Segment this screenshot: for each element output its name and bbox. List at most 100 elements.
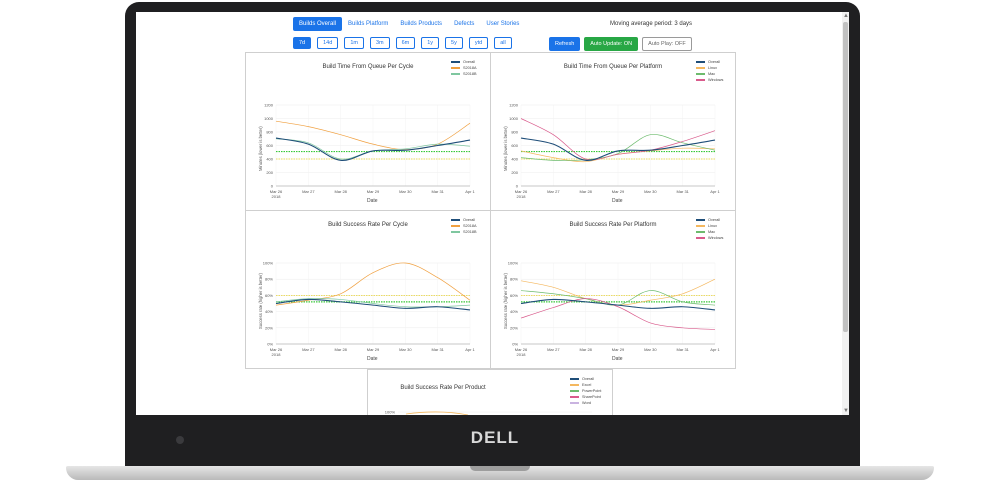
- auto-update-toggle[interactable]: Auto Update: ON: [584, 37, 639, 51]
- tab-builds-overall[interactable]: Builds Overall: [293, 17, 343, 31]
- scrollbar-thumb[interactable]: [843, 22, 848, 332]
- x-tick-label: Mar 30: [644, 347, 657, 352]
- scroll-down-icon[interactable]: ▼: [843, 408, 849, 414]
- chart-panel: Build Success Rate Per Product Overall Exc…: [367, 369, 613, 415]
- chart-panel: Build Success Rate Per Platform Overall Li…: [490, 210, 736, 369]
- period-1y-button[interactable]: 1y: [421, 37, 440, 49]
- y-tick-label: 60%: [265, 293, 273, 298]
- chart-panel: Build Time From Queue Per Platform Overal…: [490, 52, 736, 211]
- y-tick-label: 60%: [510, 293, 518, 298]
- x-axis-label: Date: [367, 356, 378, 362]
- x-tick-label: Apr 1: [710, 347, 720, 352]
- x-tick-label: Mar 31: [676, 347, 689, 352]
- y-tick-label: 400: [266, 157, 273, 162]
- x-tick-sublabel: 2018: [272, 352, 282, 357]
- y-tick-label: 80%: [265, 277, 273, 282]
- y-tick-label: 1000: [509, 116, 519, 121]
- x-tick-label: Mar 31: [431, 347, 444, 352]
- x-tick-label: Mar 29: [367, 189, 380, 194]
- x-tick-label: Mar 27: [302, 189, 315, 194]
- period-6m-button[interactable]: 6m: [395, 37, 416, 49]
- y-tick-label: 100%: [508, 261, 519, 266]
- y-axis-label: Minutes (lower is better): [503, 126, 508, 171]
- tab-user-stories[interactable]: User Stories: [480, 17, 525, 31]
- chart-plot-svg: 020040060080010001200Mar 26 Mar 27 Mar 28 M…: [264, 103, 475, 200]
- period-all-button[interactable]: all: [494, 37, 512, 49]
- refresh-button[interactable]: Refresh: [549, 37, 581, 51]
- brand-logo: DELL: [470, 428, 520, 447]
- period-5y-button[interactable]: 5y: [445, 37, 463, 49]
- screen: Builds Overall Builds Platform Builds Pr…: [136, 12, 849, 415]
- x-tick-label: Mar 27: [302, 347, 315, 352]
- x-tick-label: Mar 28: [334, 347, 347, 352]
- period-1m-button[interactable]: 1m: [344, 37, 364, 49]
- x-tick-label: Apr 1: [465, 347, 475, 352]
- tab-builds-products[interactable]: Builds Products: [394, 17, 448, 31]
- y-tick-label: 100%: [385, 410, 396, 415]
- scrollbar[interactable]: ▲ ▼: [842, 12, 849, 415]
- chart-plot-svg: 020040060080010001200Mar 26 Mar 27 Mar 28 M…: [509, 103, 720, 200]
- y-tick-label: 40%: [265, 309, 273, 314]
- period-14d-button[interactable]: 14d: [317, 37, 339, 49]
- x-axis-label: Date: [612, 356, 623, 362]
- auto-play-toggle[interactable]: Auto Play: OFF: [642, 37, 692, 51]
- period-selector: 7d 14d 1m 3m 6m 1y 5y ytd all: [293, 37, 512, 49]
- y-tick-label: 0: [516, 184, 519, 189]
- control-buttons: Refresh Auto Update: ON Auto Play: OFF: [549, 37, 692, 51]
- y-tick-label: 600: [266, 143, 273, 148]
- y-axis-label: Success rate (higher is better): [258, 273, 263, 329]
- y-tick-label: 200: [266, 170, 273, 175]
- x-tick-sublabel: 2018: [272, 194, 282, 199]
- x-axis-label: Date: [612, 198, 623, 204]
- x-tick-label: Mar 29: [612, 189, 625, 194]
- chart-panel: Build Success Rate Per Cycle Overall S2018…: [245, 210, 491, 369]
- y-tick-label: 400: [511, 157, 518, 162]
- x-tick-label: Mar 28: [579, 347, 592, 352]
- y-tick-label: 0%: [512, 342, 518, 347]
- y-tick-label: 20%: [265, 325, 273, 330]
- chart-plot-svg: 0%20%40%60%80%100%Mar 26 Mar 27 Mar 28 Mar …: [263, 261, 476, 358]
- period-7d-button[interactable]: 7d: [293, 37, 312, 49]
- x-tick-label: Mar 29: [612, 347, 625, 352]
- chart-plot-svg: 100%: [385, 410, 592, 415]
- x-tick-label: Mar 27: [547, 347, 560, 352]
- y-tick-label: 20%: [510, 325, 518, 330]
- webcam-icon: [176, 436, 184, 444]
- x-tick-label: Mar 29: [367, 347, 380, 352]
- x-tick-label: Mar 30: [399, 347, 412, 352]
- x-tick-label: Apr 1: [465, 189, 475, 194]
- nav-tabs: Builds Overall Builds Platform Builds Pr…: [293, 17, 525, 31]
- x-tick-label: Mar 31: [431, 189, 444, 194]
- y-tick-label: 200: [511, 170, 518, 175]
- chart-plot-svg: 0%20%40%60%80%100%Mar 26 Mar 27 Mar 28 Mar …: [508, 261, 721, 358]
- y-tick-label: 0%: [267, 342, 273, 347]
- tab-defects[interactable]: Defects: [448, 17, 480, 31]
- x-tick-label: Mar 28: [579, 189, 592, 194]
- y-tick-label: 1200: [509, 103, 519, 108]
- y-tick-label: 800: [511, 130, 518, 135]
- y-tick-label: 80%: [510, 277, 518, 282]
- laptop-notch: [470, 466, 530, 471]
- x-tick-label: Mar 27: [547, 189, 560, 194]
- x-axis-label: Date: [367, 198, 378, 204]
- x-tick-label: Mar 30: [399, 189, 412, 194]
- y-tick-label: 1200: [264, 103, 274, 108]
- y-axis-label: Minutes (lower is better): [258, 126, 263, 171]
- moving-average-label: Moving average period: 3 days: [610, 21, 693, 27]
- x-tick-label: Mar 31: [676, 189, 689, 194]
- y-tick-label: 1000: [264, 116, 274, 121]
- y-tick-label: 40%: [510, 309, 518, 314]
- x-tick-label: Apr 1: [710, 189, 720, 194]
- x-tick-label: Mar 30: [644, 189, 657, 194]
- x-tick-sublabel: 2018: [517, 352, 527, 357]
- y-tick-label: 0: [271, 184, 274, 189]
- tab-builds-platform[interactable]: Builds Platform: [342, 17, 394, 31]
- scroll-up-icon[interactable]: ▲: [843, 13, 849, 19]
- y-axis-label: Success rate (higher is better): [503, 273, 508, 329]
- period-ytd-button[interactable]: ytd: [468, 37, 489, 49]
- y-tick-label: 800: [266, 130, 273, 135]
- period-3m-button[interactable]: 3m: [369, 37, 390, 49]
- y-tick-label: 600: [511, 143, 518, 148]
- x-tick-label: Mar 28: [334, 189, 347, 194]
- series-line: [405, 411, 469, 415]
